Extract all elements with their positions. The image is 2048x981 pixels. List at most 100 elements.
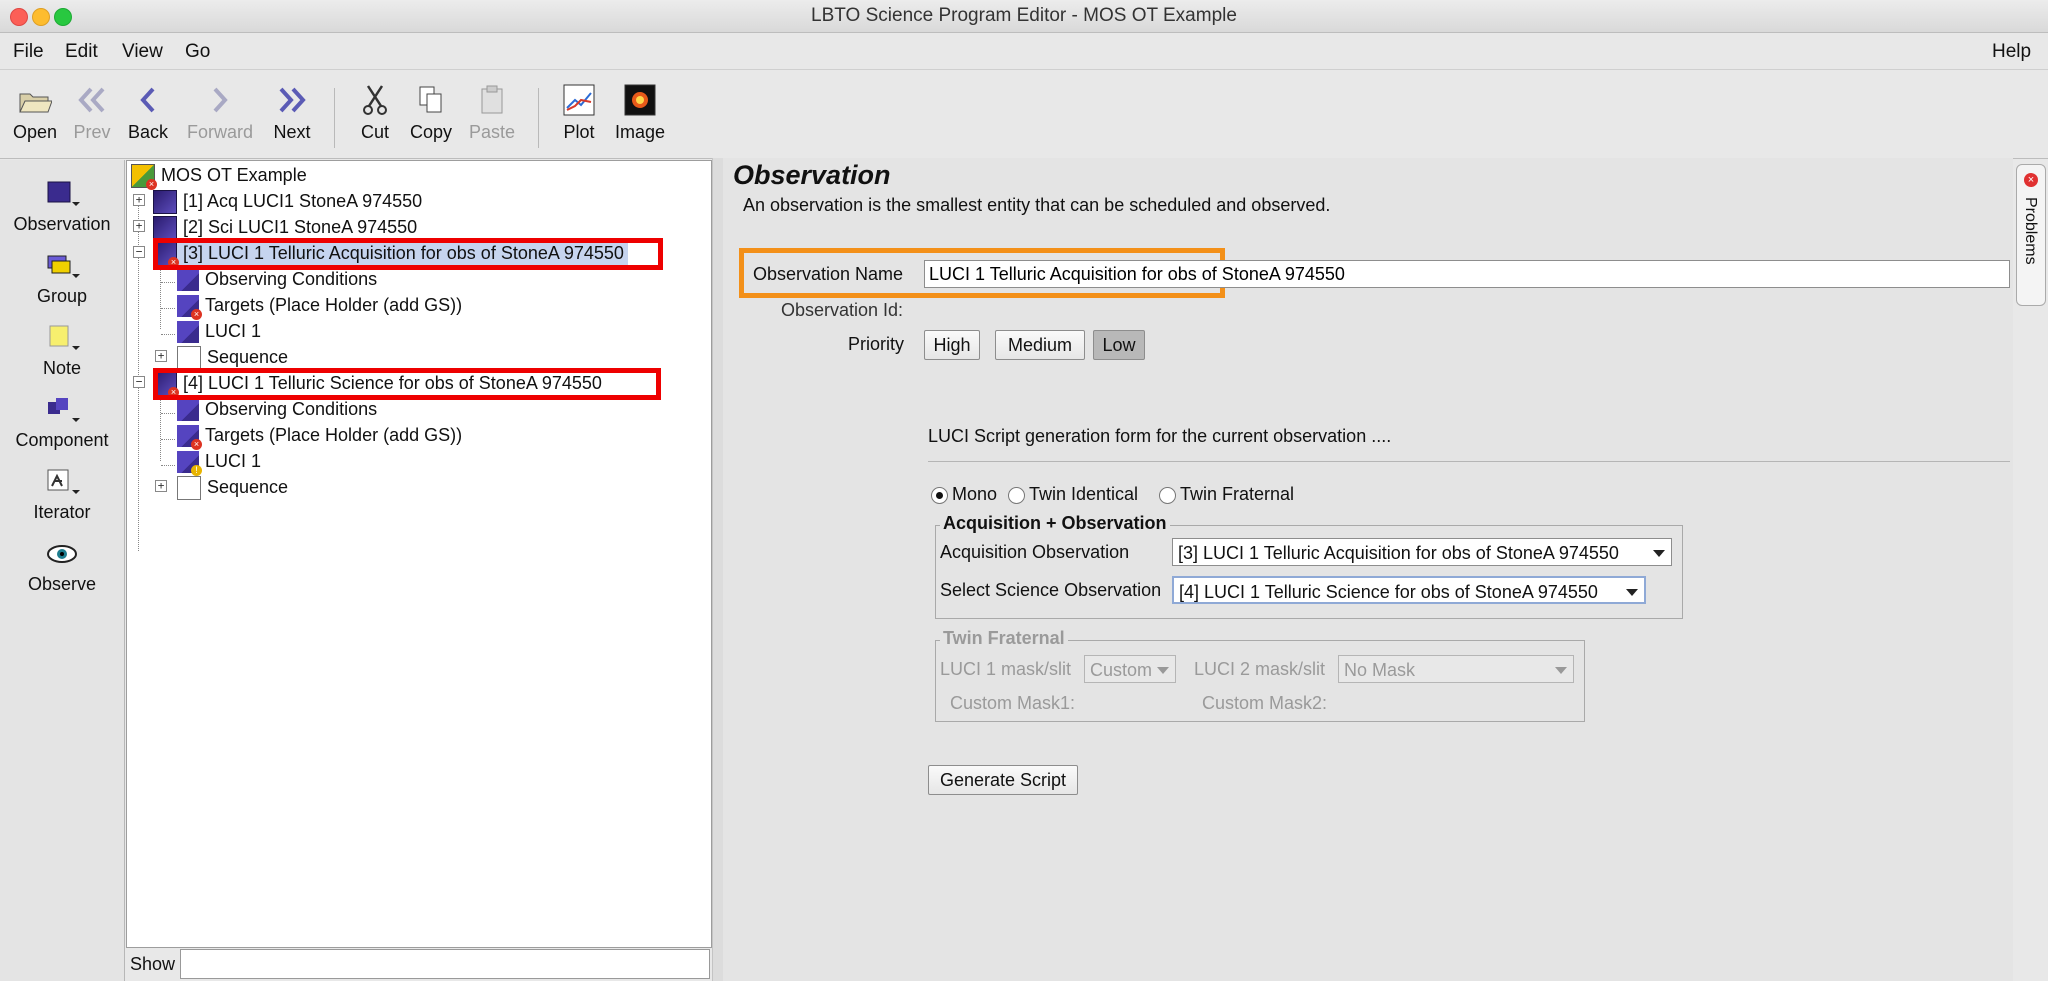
expand-toggle[interactable]: + [155, 480, 167, 492]
plot-button[interactable]: Plot [556, 78, 602, 143]
program-icon: × [131, 164, 157, 191]
luci2-mask-select[interactable]: No Mask [1338, 655, 1574, 683]
menu-help[interactable]: Help [1992, 41, 2031, 63]
radio-icon [931, 486, 948, 504]
show-filter-bar: Show [126, 948, 712, 981]
mode-twin-fraternal-radio[interactable]: Twin Fraternal [1159, 484, 1294, 505]
menu-file[interactable]: File [13, 41, 44, 63]
palette-note[interactable]: Note [0, 318, 124, 379]
priority-label: Priority [848, 334, 905, 354]
tree-item-label: Sequence [207, 477, 289, 497]
luci1-mask-select[interactable]: Custom [1084, 655, 1176, 683]
palette-observation[interactable]: Observation [0, 174, 124, 235]
twin-fraternal-group-title: Twin Fraternal [940, 628, 1068, 649]
tree-obs-4-targets[interactable]: × Targets (Place Holder (add GS)) [177, 423, 463, 451]
show-filter-input[interactable] [180, 949, 710, 979]
chevron-right-icon [213, 87, 228, 113]
tree-item-label: LUCI 1 [205, 321, 262, 341]
minimize-window-button[interactable] [32, 8, 50, 26]
generate-script-button[interactable]: Generate Script [928, 765, 1078, 795]
acquisition-group-title: Acquisition + Observation [940, 513, 1170, 534]
open-button[interactable]: Open [8, 78, 62, 143]
menu-edit[interactable]: Edit [65, 41, 98, 63]
open-label: Open [12, 122, 58, 142]
science-observation-select[interactable]: [4] LUCI 1 Telluric Science for obs of S… [1172, 576, 1646, 604]
group-icon [47, 255, 80, 278]
conditions-icon [177, 399, 199, 422]
menu-go[interactable]: Go [185, 41, 210, 63]
collapse-toggle[interactable]: − [133, 246, 145, 258]
mode-twin-identical-label: Twin Identical [1029, 484, 1139, 504]
tree-obs-4-conditions[interactable]: Observing Conditions [177, 397, 377, 422]
priority-medium-button[interactable]: Medium [995, 330, 1085, 360]
next-button[interactable]: Next [264, 78, 320, 143]
eye-icon [47, 545, 77, 563]
tree-obs-3-sequence[interactable]: Sequence [177, 345, 288, 371]
palette-iterator[interactable]: Iterator [0, 462, 124, 523]
iterator-icon [47, 469, 80, 494]
prev-button[interactable]: Prev [66, 78, 118, 143]
window-titlebar: LBTO Science Program Editor - MOS OT Exa… [0, 0, 2048, 33]
tree-obs-1[interactable]: [1] Acq LUCI1 StoneA 974550 [153, 189, 423, 215]
acquisition-observation-select[interactable]: [3] LUCI 1 Telluric Acquisition for obs … [1172, 538, 1672, 566]
tree-connector [161, 439, 175, 440]
tree-connector [161, 308, 175, 309]
back-button[interactable]: Back [122, 78, 174, 143]
mode-mono-label: Mono [952, 484, 998, 504]
copy-button[interactable]: Copy [406, 78, 456, 143]
tree-connector [161, 413, 175, 414]
palette-iterator-label: Iterator [33, 502, 91, 522]
palette-observe[interactable]: Observe [0, 534, 124, 595]
chevron-left-icon [140, 87, 155, 113]
expand-toggle[interactable]: + [155, 350, 167, 362]
script-form-title: LUCI Script generation form for the curr… [928, 426, 1392, 446]
clipboard-icon [481, 85, 503, 114]
tree-connector [161, 465, 175, 466]
window-title: LBTO Science Program Editor - MOS OT Exa… [811, 5, 1237, 26]
toolbar-separator [538, 88, 539, 148]
expand-toggle[interactable]: + [133, 220, 145, 232]
tree-root[interactable]: × MOS OT Example [131, 163, 307, 191]
tree-obs-3-conditions[interactable]: Observing Conditions [177, 267, 377, 292]
palette-component-label: Component [15, 430, 109, 450]
palette-group[interactable]: Group [0, 246, 124, 307]
editor-description: An observation is the smallest entity th… [743, 195, 1331, 215]
priority-high-button[interactable]: High [924, 330, 980, 360]
radio-icon [1159, 486, 1176, 504]
tree-connector [161, 334, 175, 335]
targets-icon: × [177, 295, 202, 321]
tree-item-label: Targets (Place Holder (add GS)) [205, 425, 463, 445]
expand-toggle[interactable]: + [133, 194, 145, 206]
tree-obs-2[interactable]: [2] Sci LUCI1 StoneA 974550 [153, 215, 417, 241]
paste-button[interactable]: Paste [466, 78, 518, 143]
tree-obs-4-sequence[interactable]: Sequence [177, 475, 289, 501]
palette-component[interactable]: Component [0, 390, 124, 451]
problems-side-tab[interactable]: × Problems [2016, 164, 2046, 306]
custom-mask2-label: Custom Mask2: [1202, 693, 1328, 713]
menu-bar: File Edit View Go Help [0, 33, 2048, 70]
image-label: Image [614, 122, 666, 142]
observation-icon [153, 190, 177, 215]
collapse-toggle[interactable]: − [133, 376, 145, 388]
plot-icon [563, 84, 595, 116]
mode-mono-radio[interactable]: Mono [931, 484, 997, 505]
scissors-icon [363, 85, 387, 115]
tree-obs-3-targets[interactable]: × Targets (Place Holder (add GS)) [177, 293, 462, 321]
priority-low-button[interactable]: Low [1093, 330, 1145, 360]
tree-obs-1-label: [1] Acq LUCI1 StoneA 974550 [183, 191, 423, 211]
maximize-window-button[interactable] [54, 8, 72, 26]
tree-obs-4-instrument[interactable]: ! LUCI 1 [177, 449, 261, 477]
menu-view[interactable]: View [122, 41, 163, 63]
component-icon [48, 398, 80, 422]
close-window-button[interactable] [10, 8, 28, 26]
forward-button[interactable]: Forward [180, 78, 260, 143]
mode-twin-identical-radio[interactable]: Twin Identical [1008, 484, 1138, 505]
image-button[interactable]: Image [612, 78, 668, 143]
tree-obs-3-instrument[interactable]: LUCI 1 [177, 319, 262, 344]
observation-name-input[interactable] [924, 260, 2010, 288]
chevron-down-icon [1653, 550, 1665, 557]
next-label: Next [273, 122, 311, 142]
problems-tab-label: Problems [2022, 197, 2039, 265]
program-tree[interactable]: × MOS OT Example + [1] Acq LUCI1 StoneA 9… [126, 160, 712, 948]
cut-button[interactable]: Cut [352, 78, 398, 143]
